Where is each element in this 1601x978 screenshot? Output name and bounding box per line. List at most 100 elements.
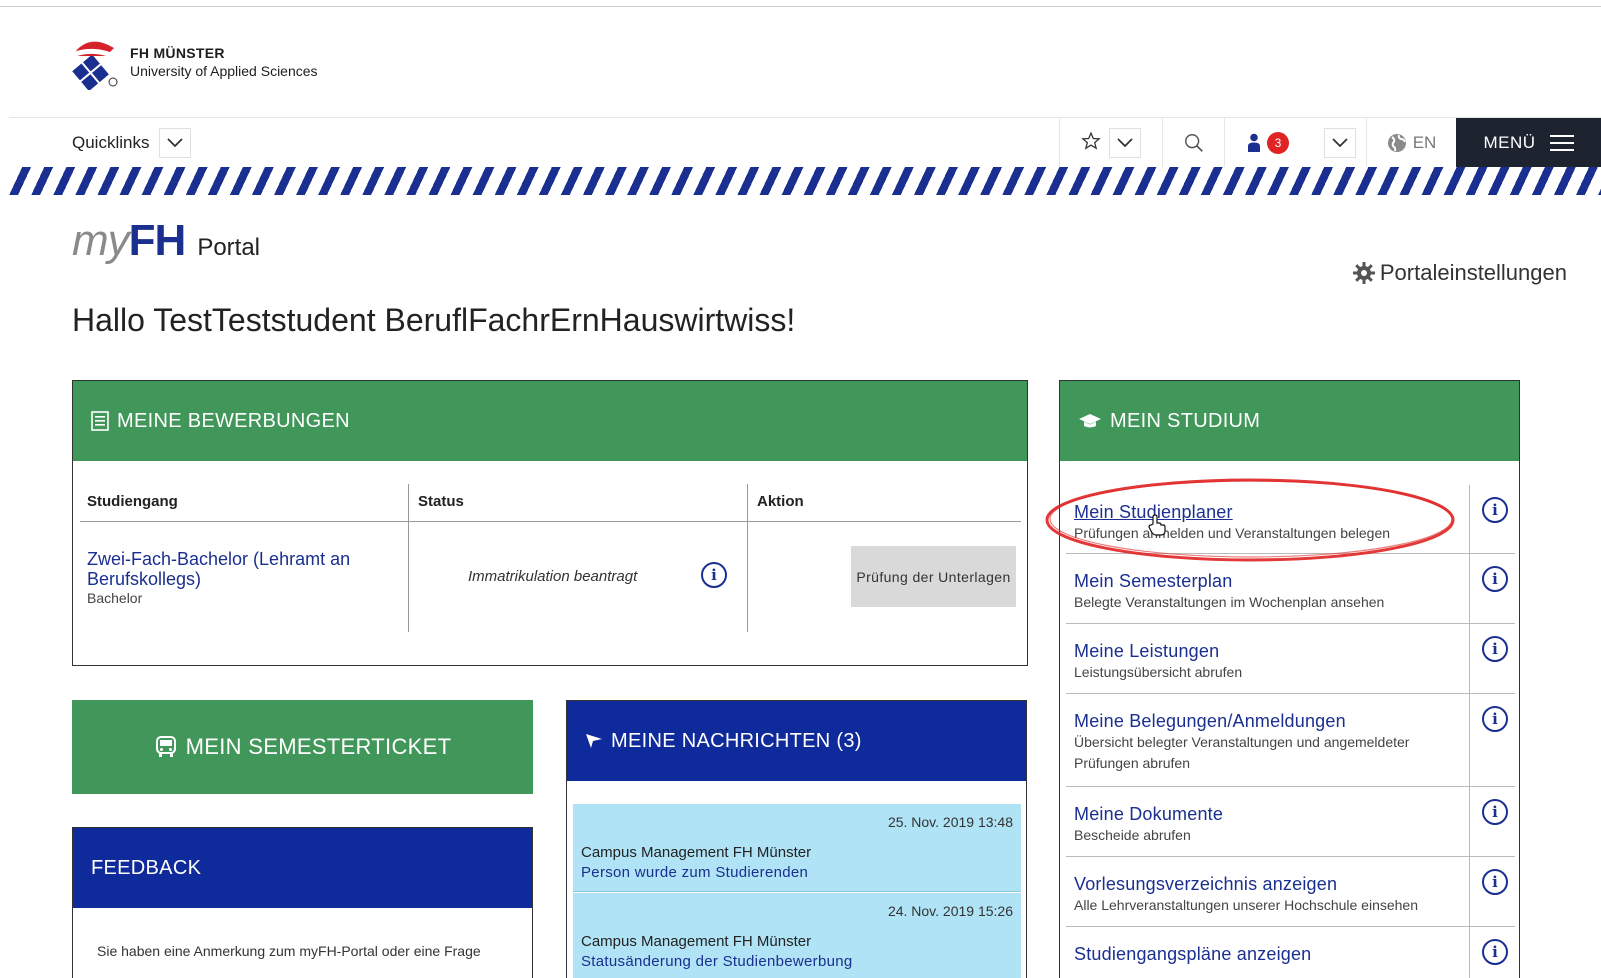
- studies-item-title[interactable]: Meine Belegungen/Anmeldungen: [1074, 711, 1346, 732]
- brand-my: my: [72, 216, 130, 265]
- info-icon[interactable]: i: [1482, 636, 1508, 662]
- studies-item-title[interactable]: Mein Semesterplan: [1074, 571, 1232, 592]
- logo-subtitle: University of Applied Sciences: [130, 63, 318, 79]
- main-menu-button[interactable]: MENÜ: [1456, 118, 1601, 168]
- document-list-icon: [91, 411, 109, 431]
- quicklinks-label[interactable]: Quicklinks: [72, 133, 149, 153]
- greeting-heading: Hallo TestTeststudent BeruflFachrErnHaus…: [72, 302, 796, 338]
- graduation-cap-icon: [1079, 414, 1101, 428]
- quicklinks-dropdown-button[interactable]: [159, 127, 192, 158]
- messages-header: MEINE NACHRICHTEN (3): [567, 701, 1026, 781]
- user-dropdown-button[interactable]: [1324, 128, 1356, 158]
- studies-item-title[interactable]: Meine Dokumente: [1074, 804, 1223, 825]
- semesterticket-button[interactable]: MEIN SEMESTERTICKET: [72, 700, 533, 794]
- column-header-aktion: Aktion: [757, 493, 804, 510]
- studies-header: MEIN STUDIUM: [1060, 381, 1519, 461]
- gear-icon: [1352, 262, 1375, 284]
- bus-icon: [155, 736, 176, 757]
- studies-item-divider: [1469, 694, 1470, 786]
- studies-title: MEIN STUDIUM: [1110, 409, 1261, 432]
- studies-item-desc: Bescheide abrufen: [1074, 827, 1191, 843]
- info-icon[interactable]: i: [701, 562, 727, 588]
- chevron-down-icon: [167, 137, 184, 147]
- studies-card: MEIN STUDIUM Mein Studienplaner Prüfunge…: [1059, 380, 1520, 978]
- studies-item-dokumente[interactable]: Meine Dokumente Bescheide abrufen i: [1066, 787, 1515, 857]
- applications-header: MEINE BEWERBUNGEN: [73, 381, 1027, 461]
- globe-icon: [1387, 134, 1406, 152]
- studies-item-desc: Belegte Veranstaltungen im Wochenplan an…: [1074, 594, 1385, 610]
- studies-item-belegungen[interactable]: Meine Belegungen/Anmeldungen Übersicht b…: [1066, 694, 1515, 787]
- studies-item-title[interactable]: Studiengangspläne anzeigen: [1074, 944, 1311, 965]
- table-header-divider: [80, 521, 1021, 522]
- studies-item-divider: [1469, 485, 1470, 553]
- highlight-ring-annotation: [1045, 478, 1455, 562]
- message-date: 24. Nov. 2019 15:26: [887, 903, 1013, 919]
- table-column-divider: [408, 484, 409, 632]
- user-dropdown-group: [1314, 118, 1366, 168]
- studies-item-desc: Alle Lehrveranstaltungen unserer Hochsch…: [1074, 897, 1418, 913]
- column-header-status: Status: [418, 493, 464, 510]
- feedback-header: FEEDBACK: [73, 828, 532, 908]
- application-status: Immatrikulation beantragt: [468, 568, 638, 585]
- info-icon[interactable]: i: [1482, 566, 1508, 592]
- applications-title: MEINE BEWERBUNGEN: [117, 409, 350, 432]
- studies-item-title[interactable]: Vorlesungsverzeichnis anzeigen: [1074, 874, 1337, 895]
- studies-item-leistungen[interactable]: Meine Leistungen Leistungsübersicht abru…: [1066, 624, 1515, 694]
- message-item[interactable]: 25. Nov. 2019 13:48 Campus Management FH…: [573, 804, 1021, 892]
- table-column-divider: [747, 484, 748, 632]
- top-navbar: Quicklinks 3 EN MENÜ: [9, 117, 1601, 168]
- messages-title: MEINE NACHRICHTEN (3): [611, 729, 862, 752]
- notification-badge: 3: [1267, 132, 1289, 154]
- feedback-card: FEEDBACK Sie haben eine Anmerkung zum my…: [72, 827, 533, 978]
- studies-item-studiengangsplaene[interactable]: Studiengangspläne anzeigen i: [1066, 927, 1515, 978]
- logo-name: FH MÜNSTER: [130, 45, 225, 61]
- decorative-stripe: [9, 167, 1601, 195]
- star-icon[interactable]: [1081, 131, 1101, 156]
- menu-label: MENÜ: [1483, 133, 1536, 152]
- portal-brand: my FH Portal: [72, 216, 260, 266]
- message-sender: Campus Management FH Münster: [581, 933, 812, 950]
- language-label: EN: [1412, 133, 1437, 152]
- search-button[interactable]: [1162, 118, 1224, 168]
- settings-label: Portaleinstellungen: [1379, 260, 1567, 285]
- info-icon[interactable]: i: [1482, 706, 1508, 732]
- search-icon: [1184, 134, 1203, 152]
- hand-cursor-icon: [1148, 514, 1166, 536]
- program-degree: Bachelor: [87, 590, 143, 606]
- message-item[interactable]: 24. Nov. 2019 15:26 Campus Management FH…: [573, 893, 1021, 978]
- paper-plane-icon: [586, 734, 602, 748]
- user-account-button[interactable]: 3: [1224, 118, 1314, 168]
- favorites-group: [1059, 118, 1162, 168]
- chevron-down-icon: [1117, 138, 1133, 148]
- applications-card: MEINE BEWERBUNGEN: [72, 380, 1028, 666]
- portal-settings-link[interactable]: Portaleinstellungen: [1352, 260, 1567, 286]
- brand-portal: Portal: [197, 234, 261, 261]
- brand-fh: FH: [128, 216, 187, 265]
- message-subject[interactable]: Statusänderung der Studienbewerbung: [581, 953, 853, 970]
- info-icon[interactable]: i: [1482, 939, 1508, 965]
- user-icon: [1248, 133, 1260, 152]
- studies-item-divider: [1469, 624, 1470, 693]
- info-icon[interactable]: i: [1482, 497, 1508, 523]
- studies-item-divider: [1469, 787, 1470, 856]
- column-header-studiengang: Studiengang: [87, 493, 178, 510]
- studies-item-desc: Übersicht belegter Veranstaltungen und a…: [1074, 734, 1410, 771]
- studies-item-title[interactable]: Meine Leistungen: [1074, 641, 1219, 662]
- feedback-title: FEEDBACK: [91, 856, 202, 879]
- message-subject[interactable]: Person wurde zum Studierenden: [581, 864, 808, 881]
- favorites-dropdown-button[interactable]: [1109, 128, 1141, 158]
- application-action-button[interactable]: Prüfung der Unterlagen: [851, 546, 1016, 607]
- message-sender: Campus Management FH Münster: [581, 844, 812, 861]
- quicklinks: Quicklinks: [9, 118, 1059, 167]
- language-switch[interactable]: EN: [1366, 118, 1456, 168]
- hamburger-icon: [1549, 135, 1574, 151]
- info-icon[interactable]: i: [1482, 799, 1508, 825]
- program-link[interactable]: Zwei-Fach-Bachelor (Lehramt an Berufskol…: [87, 549, 407, 589]
- top-divider: [0, 6, 1601, 7]
- message-date: 25. Nov. 2019 13:48: [887, 814, 1013, 830]
- info-icon[interactable]: i: [1482, 869, 1508, 895]
- fh-logo[interactable]: FH MÜNSTER University of Applied Science…: [66, 34, 318, 92]
- chevron-down-icon: [1332, 138, 1348, 148]
- studies-item-divider: [1469, 857, 1470, 926]
- studies-item-vorlesungsverzeichnis[interactable]: Vorlesungsverzeichnis anzeigen Alle Lehr…: [1066, 857, 1515, 927]
